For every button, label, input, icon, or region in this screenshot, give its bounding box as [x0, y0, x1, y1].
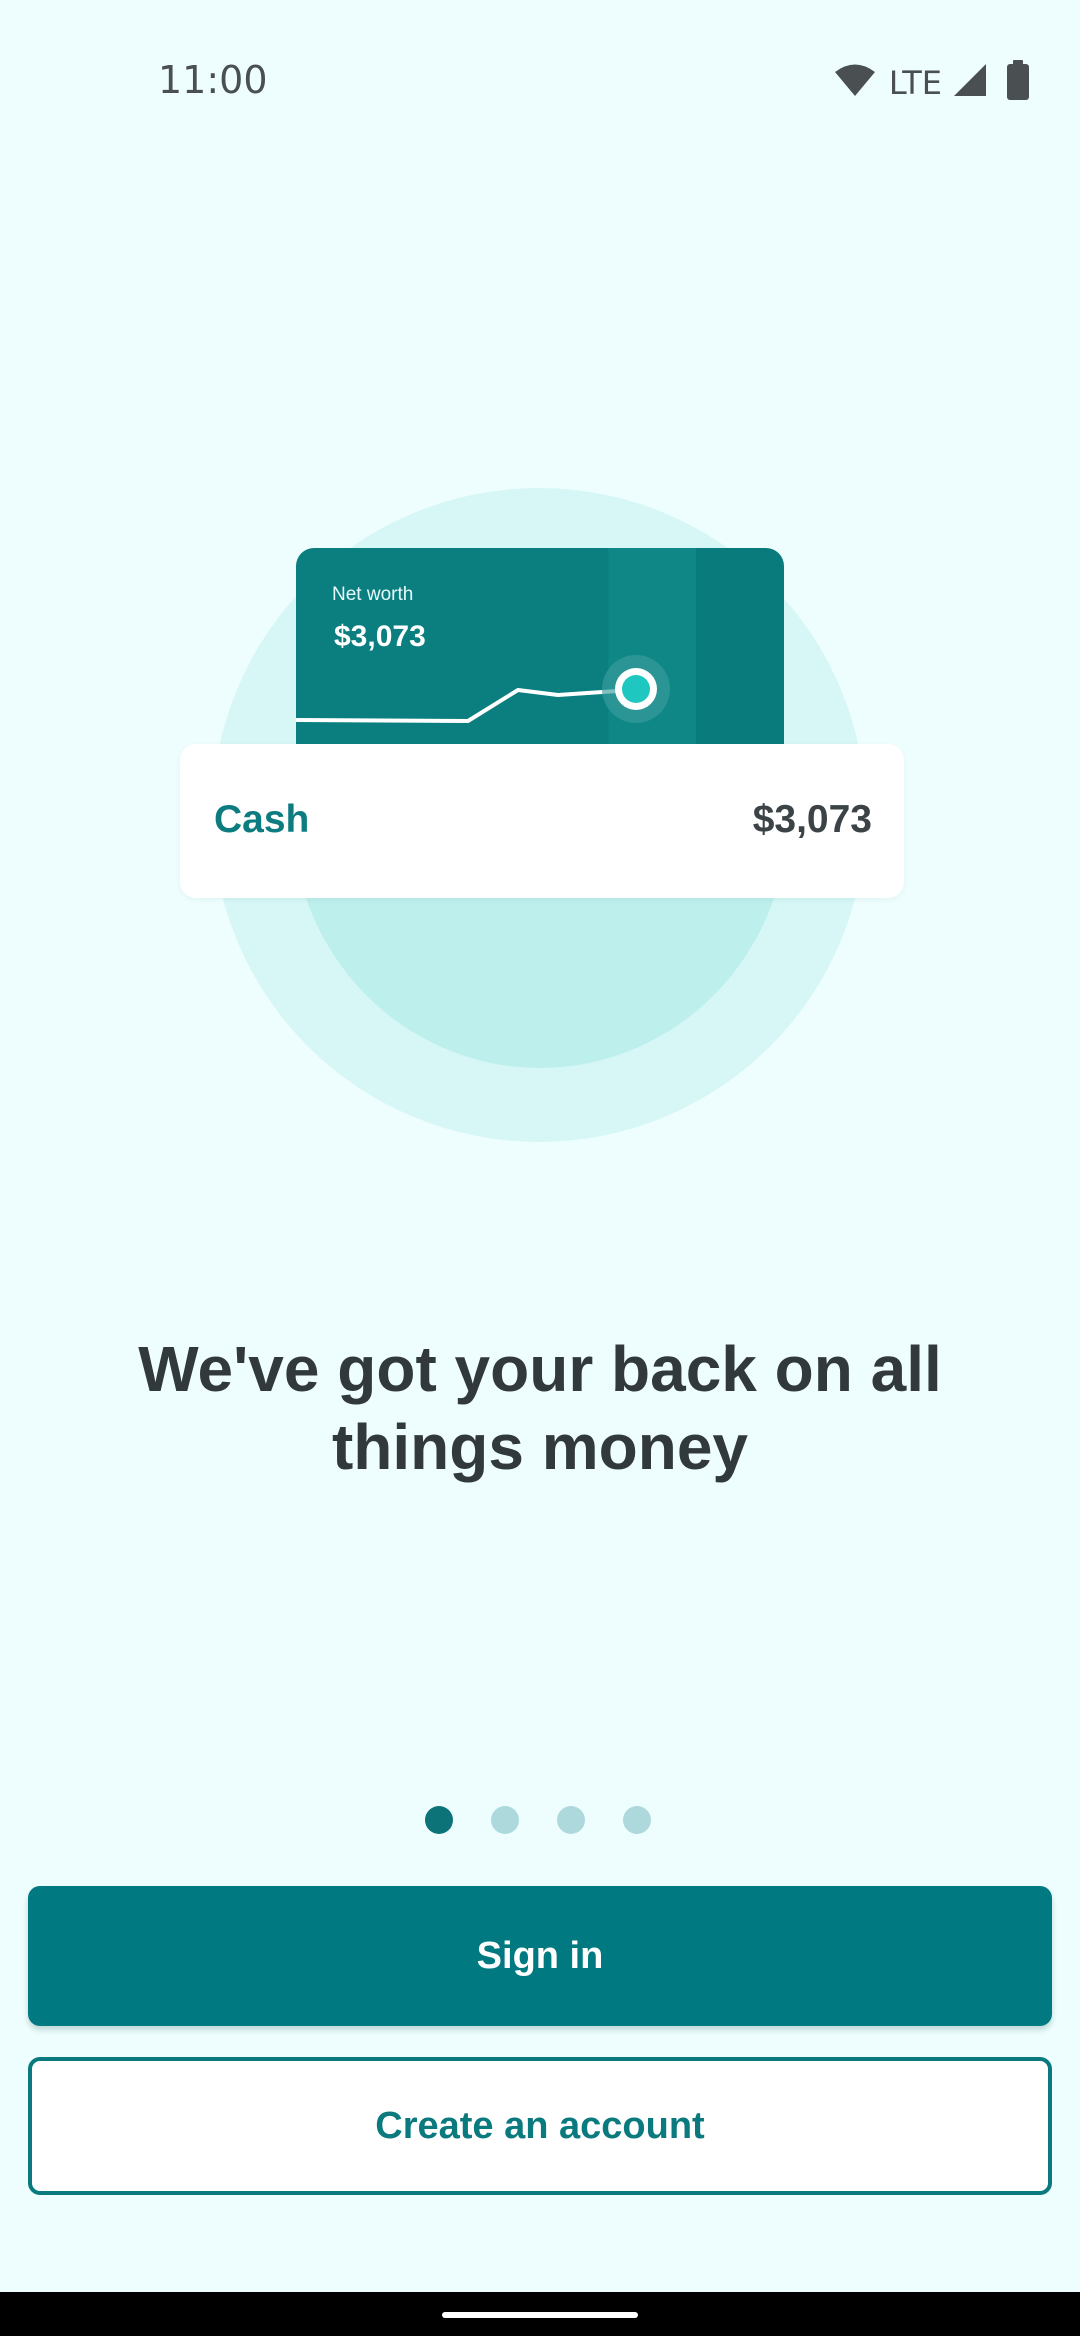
page-dot-3[interactable] [557, 1806, 585, 1834]
networth-card: Net worth $3,073 [296, 548, 784, 744]
onboarding-headline: We've got your back on all things money [90, 1330, 990, 1486]
sign-in-button[interactable]: Sign in [28, 1886, 1052, 2026]
page-dot-2[interactable] [491, 1806, 519, 1834]
create-account-button[interactable]: Create an account [28, 2057, 1052, 2195]
page-dot-1[interactable] [425, 1806, 453, 1834]
page-dot-4[interactable] [623, 1806, 651, 1834]
cash-card: Cash $3,073 [180, 744, 904, 898]
home-indicator[interactable] [442, 2312, 638, 2318]
networth-label: Net worth [332, 584, 414, 605]
headline-line-1: We've got your back on all [138, 1333, 942, 1405]
networth-value: $3,073 [334, 620, 426, 653]
cash-value: $3,073 [752, 798, 872, 841]
cash-label: Cash [214, 798, 310, 841]
page-indicator [0, 1806, 1078, 1834]
headline-line-2: things money [331, 1411, 749, 1483]
onboarding-illustration: Net worth $3,073 Cash $3,073 [0, 0, 1080, 1200]
system-navigation-bar [0, 2292, 1080, 2336]
